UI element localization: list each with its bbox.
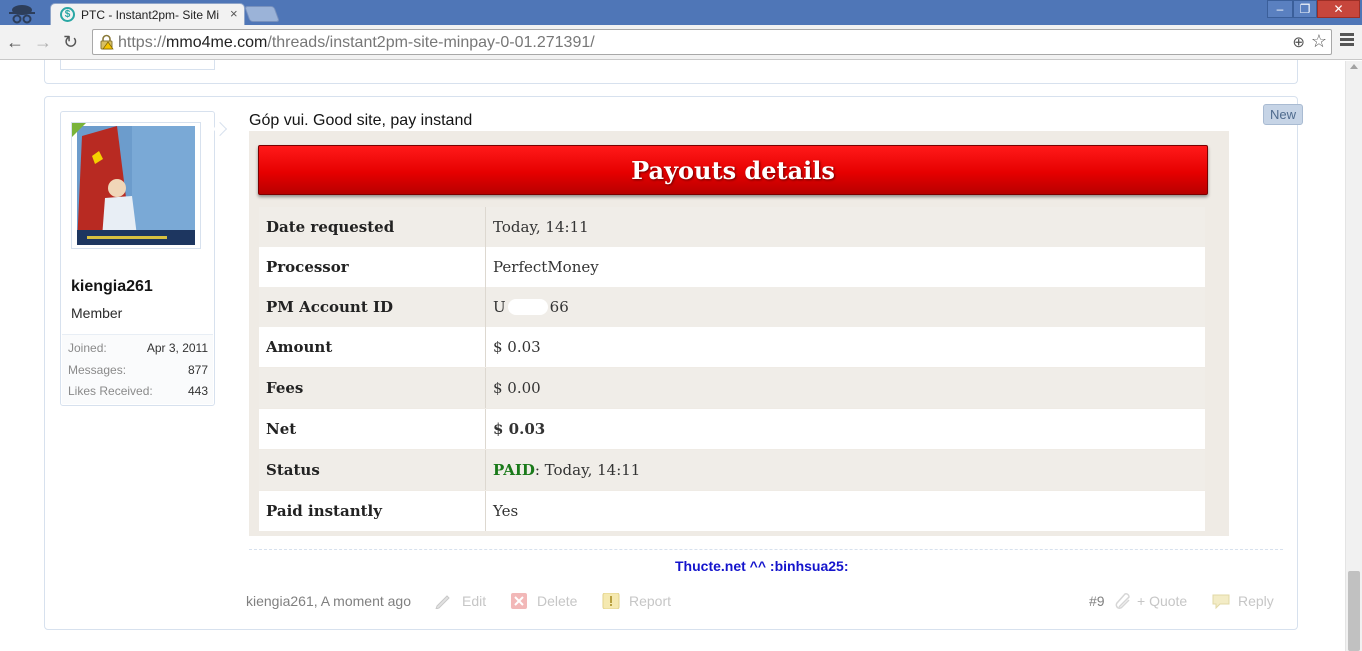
restore-button[interactable]: ❐ bbox=[1293, 0, 1317, 18]
url-text: https://mmo4me.com/threads/instant2pm-si… bbox=[118, 34, 595, 51]
avatar-frame[interactable] bbox=[71, 122, 201, 249]
report-icon[interactable] bbox=[602, 593, 620, 609]
stat-messages: Messages: 877 bbox=[68, 363, 208, 377]
payout-row-date: Date requested Today, 14:11 bbox=[259, 207, 1205, 247]
lock-warning-icon bbox=[100, 34, 114, 50]
signature-divider bbox=[249, 549, 1283, 550]
payout-row-status: Status PAID: Today, 14:11 bbox=[259, 450, 1205, 490]
avatar-image bbox=[77, 126, 195, 245]
new-post-badge: New bbox=[1263, 104, 1303, 125]
quote-link[interactable]: + Quote bbox=[1137, 593, 1187, 609]
incognito-icon bbox=[9, 5, 35, 24]
minimize-button[interactable]: – bbox=[1267, 0, 1293, 18]
page-scrollbar[interactable] bbox=[1345, 61, 1362, 651]
post-footer: kiengia261, A moment ago Edit Delete Rep… bbox=[246, 593, 1286, 613]
payout-row-processor: Processor PerfectMoney bbox=[259, 247, 1205, 287]
delete-icon[interactable] bbox=[510, 593, 528, 609]
stat-likes: Likes Received: 443 bbox=[68, 384, 208, 398]
report-link[interactable]: Report bbox=[629, 593, 671, 609]
scroll-thumb[interactable] bbox=[1348, 571, 1360, 651]
edit-icon[interactable] bbox=[434, 593, 452, 609]
browser-title-bar: $ PTC - Instant2pm- Site Mi × – ❐ ✕ bbox=[0, 0, 1362, 25]
user-title: Member bbox=[71, 305, 123, 321]
post-number[interactable]: #9 bbox=[1089, 593, 1105, 609]
window-close-button[interactable]: ✕ bbox=[1317, 0, 1360, 18]
paid-status: PAID bbox=[493, 461, 535, 479]
payout-details-image: Payouts details Date requested Today, 14… bbox=[249, 131, 1229, 536]
avatar[interactable] bbox=[77, 126, 195, 245]
payout-row-net: Net $ 0.03 bbox=[259, 409, 1205, 449]
payout-banner: Payouts details bbox=[258, 145, 1208, 195]
edit-link[interactable]: Edit bbox=[462, 593, 486, 609]
forum-post: New kiengia261 Member Joined: Apr 3, 201… bbox=[44, 96, 1303, 630]
quote-icon[interactable] bbox=[1115, 593, 1133, 609]
browser-tab[interactable]: $ PTC - Instant2pm- Site Mi × bbox=[50, 3, 245, 25]
user-stats: Joined: Apr 3, 2011 Messages: 877 Likes … bbox=[62, 334, 213, 404]
previous-user-block bbox=[60, 60, 215, 70]
bookmark-star-icon[interactable]: ☆ bbox=[1311, 31, 1327, 52]
payout-row-fees: Fees $ 0.00 bbox=[259, 368, 1205, 408]
post-message-text: Góp vui. Good site, pay instand bbox=[249, 112, 473, 129]
previous-post bbox=[44, 60, 1298, 84]
chrome-menu-icon[interactable] bbox=[1340, 33, 1354, 47]
dollar-favicon-icon: $ bbox=[60, 7, 75, 22]
username[interactable]: kiengia261 bbox=[71, 278, 153, 296]
reply-link[interactable]: Reply bbox=[1238, 593, 1274, 609]
tab-title: PTC - Instant2pm- Site Mi bbox=[81, 8, 220, 22]
new-tab-button[interactable] bbox=[244, 6, 280, 22]
scroll-up-arrow-icon[interactable] bbox=[1350, 64, 1358, 69]
redaction-mask bbox=[507, 299, 548, 315]
user-info-block: kiengia261 Member Joined: Apr 3, 2011 Me… bbox=[60, 111, 228, 406]
tab-close-button[interactable]: × bbox=[230, 6, 238, 21]
post-author-time[interactable]: kiengia261, A moment ago bbox=[246, 593, 411, 609]
user-block-arrow bbox=[212, 121, 228, 137]
payout-row-instant: Paid instantly Yes bbox=[259, 491, 1205, 531]
back-arrow-icon[interactable]: ← bbox=[6, 32, 24, 53]
payout-row-amount: Amount $ 0.03 bbox=[259, 327, 1205, 367]
signature: Thucte.net ^^ :binhsua25: bbox=[675, 558, 849, 574]
forward-arrow-icon[interactable]: → bbox=[34, 32, 52, 53]
stat-joined: Joined: Apr 3, 2011 bbox=[68, 341, 208, 355]
delete-link[interactable]: Delete bbox=[537, 593, 577, 609]
reply-icon[interactable] bbox=[1212, 593, 1230, 609]
browser-toolbar: ← → ↻ https://mmo4me.com/threads/instant… bbox=[0, 25, 1362, 60]
address-bar[interactable]: https://mmo4me.com/threads/instant2pm-si… bbox=[92, 29, 1332, 55]
online-indicator bbox=[72, 123, 86, 137]
zoom-icon[interactable]: ⊕ bbox=[1292, 33, 1305, 51]
payout-row-account: PM Account ID U 66 bbox=[259, 287, 1205, 327]
reload-icon[interactable]: ↻ bbox=[63, 32, 78, 53]
payout-title: Payouts details bbox=[631, 156, 835, 185]
